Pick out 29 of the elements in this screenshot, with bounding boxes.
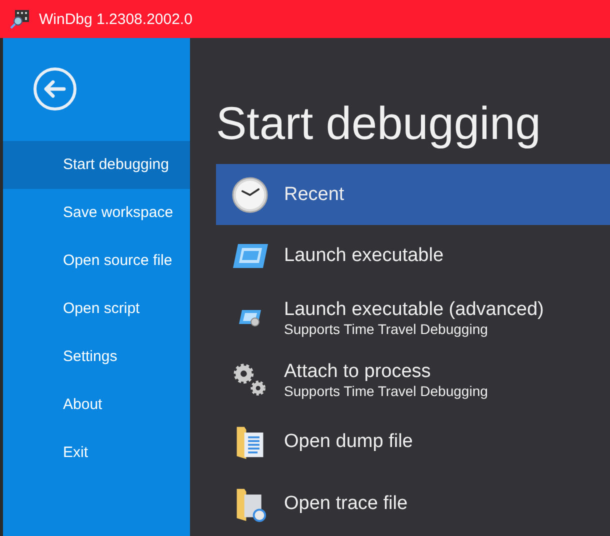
window-title: WinDbg 1.2308.2002.0 [39,10,192,28]
menu-item[interactable]: Open trace file [216,473,610,535]
item-label: Recent [284,184,344,206]
menu-item[interactable]: Attach to process Supports Time Travel Debugging [216,349,610,411]
item-label: Open trace file [284,493,408,515]
menu-item[interactable]: Launch executable (advanced) Supports Time Travel Debugging [216,287,610,349]
back-icon[interactable] [33,67,77,111]
sidebar-item[interactable]: Save workspace [3,189,190,237]
item-label: Attach to process [284,361,432,383]
sidebar-item[interactable]: Start debugging [3,141,190,189]
item-label: Launch executable [284,245,444,267]
sidebar-item[interactable]: Settings [3,333,190,381]
sidebar-item[interactable]: Exit [3,429,190,477]
sidebar-item[interactable]: Open script [3,285,190,333]
sidebar-item[interactable]: About [3,381,190,429]
menu-item[interactable]: Launch executable [216,225,610,287]
clock-icon [231,176,269,214]
menu-item[interactable]: Open dump file [216,411,610,473]
menu-item[interactable]: Recent [216,164,610,225]
sidebar-item[interactable]: Open source file [3,237,190,285]
item-subtitle: Supports Time Travel Debugging [284,383,488,399]
item-subtitle: Supports Time Travel Debugging [284,321,489,337]
page-heading: Start debugging [216,96,542,151]
gears-icon [232,362,268,398]
item-label: Open dump file [284,431,413,453]
app-icon [10,9,30,29]
item-label: Launch executable (advanced) [284,299,544,321]
window-icon [230,241,270,271]
window-gear-icon [237,308,263,328]
